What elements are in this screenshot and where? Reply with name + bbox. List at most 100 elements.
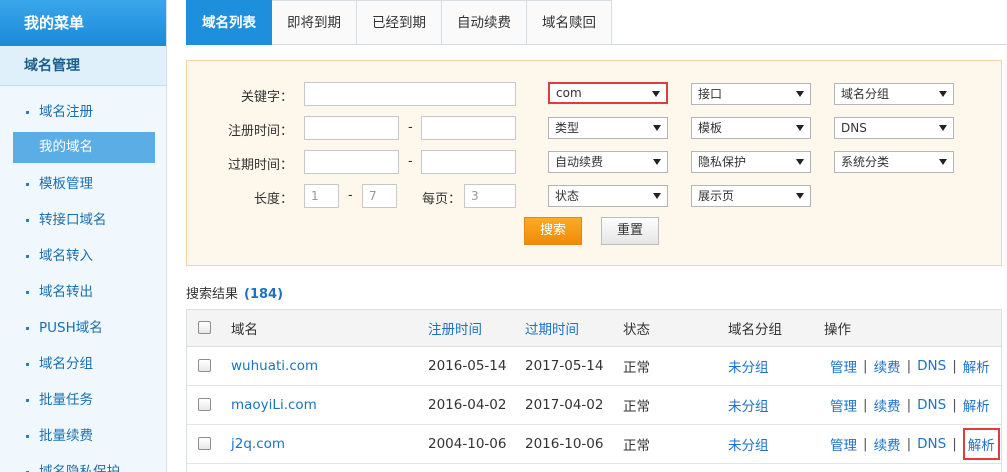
- dns-select-value: DNS: [841, 121, 867, 135]
- reg-date: 2016-05-14: [428, 358, 507, 374]
- sidebar-item-my-domains[interactable]: 我的域名: [13, 132, 155, 163]
- sidebar-item-transfer-out[interactable]: 域名转出: [0, 274, 166, 310]
- renew-link[interactable]: 续费: [874, 395, 901, 415]
- tab-expired[interactable]: 已经到期: [357, 0, 442, 44]
- sidebar-item-batch-renew[interactable]: 批量续费: [0, 418, 166, 454]
- chevron-down-icon: [939, 159, 947, 165]
- select-all-checkbox[interactable]: [198, 321, 211, 334]
- exp-time-start-input[interactable]: [304, 150, 399, 174]
- group-link[interactable]: 未分组: [728, 347, 769, 385]
- keyword-input[interactable]: [304, 82, 516, 106]
- col-group: 域名分组: [728, 322, 782, 338]
- dns-select[interactable]: DNS: [834, 117, 954, 139]
- exp-time-end-input[interactable]: [421, 150, 516, 174]
- sidebar-item-privacy[interactable]: 域名隐私保护: [0, 454, 166, 472]
- chevron-down-icon: [653, 125, 661, 131]
- group-select[interactable]: 域名分组: [834, 83, 954, 105]
- length-min-input[interactable]: 1: [304, 184, 339, 208]
- status-text: 正常: [623, 399, 650, 415]
- bullet-icon: [26, 291, 29, 294]
- row-ops: 管理 | 续费 | DNS | 解析: [829, 425, 1001, 463]
- reg-time-start-input[interactable]: [304, 116, 399, 140]
- chevron-down-icon: [939, 91, 947, 97]
- row-checkbox[interactable]: [198, 437, 211, 450]
- row-checkbox[interactable]: [198, 398, 211, 411]
- chevron-down-icon: [796, 193, 804, 199]
- interface-select-value: 接口: [698, 87, 723, 101]
- sidebar-item-domain-register[interactable]: 域名注册: [0, 94, 166, 130]
- sidebar-header: 我的菜单: [0, 0, 166, 46]
- reset-button[interactable]: 重置: [601, 217, 659, 245]
- interface-select[interactable]: 接口: [691, 83, 811, 105]
- tab-domain-list[interactable]: 域名列表: [186, 0, 272, 45]
- sidebar-item-batch-task[interactable]: 批量任务: [0, 382, 166, 418]
- page-size-input[interactable]: 3: [464, 184, 516, 208]
- sidebar-item-transfer-in[interactable]: 域名转入: [0, 238, 166, 274]
- sidebar-item-label: 转接口域名: [39, 212, 107, 228]
- chevron-down-icon: [653, 159, 661, 165]
- group-link[interactable]: 未分组: [728, 425, 769, 463]
- group-link[interactable]: 未分组: [728, 386, 769, 424]
- table-header: 域名 注册时间 过期时间 状态 域名分组 操作: [187, 310, 1001, 347]
- table-row: wuhuati.com 2016-05-14 2017-05-14 正常 未分组…: [187, 347, 1001, 386]
- col-exp-time[interactable]: 过期时间: [525, 310, 579, 346]
- bullet-icon: [26, 327, 29, 330]
- chevron-down-icon: [653, 193, 661, 199]
- sidebar-item-push-domain[interactable]: PUSH域名: [0, 310, 166, 346]
- ops-separator: |: [863, 436, 868, 452]
- row-checkbox[interactable]: [198, 359, 211, 372]
- domain-link[interactable]: j2q.com: [231, 425, 285, 463]
- resolve-link-highlighted[interactable]: 解析: [962, 428, 1000, 460]
- tab-bar: 域名列表 即将到期 已经到期 自动续费 域名赎回: [186, 0, 1007, 45]
- ops-separator: |: [906, 358, 912, 374]
- manage-link[interactable]: 管理: [830, 395, 857, 415]
- privacy-select[interactable]: 隐私保护: [691, 151, 811, 173]
- col-ops: 操作: [824, 322, 851, 338]
- dns-link[interactable]: DNS: [917, 397, 946, 413]
- range-dash: -: [348, 188, 353, 203]
- auto-renew-select[interactable]: 自动续费: [548, 151, 668, 173]
- tab-expiring-soon[interactable]: 即将到期: [272, 0, 357, 44]
- search-button[interactable]: 搜索: [524, 217, 582, 245]
- suffix-select-value: com: [556, 86, 582, 100]
- bullet-icon: [26, 219, 29, 222]
- status-select-value: 状态: [555, 189, 580, 203]
- dns-link[interactable]: DNS: [917, 358, 946, 374]
- tab-redemption[interactable]: 域名赎回: [527, 0, 612, 44]
- reg-time-label: 注册时间：: [227, 124, 293, 139]
- length-label: 长度：: [253, 192, 293, 207]
- reg-date: 2004-10-06: [428, 436, 507, 452]
- sidebar-item-interface-domain[interactable]: 转接口域名: [0, 202, 166, 238]
- suffix-select[interactable]: com: [548, 82, 668, 104]
- sys-category-select[interactable]: 系统分类: [834, 151, 954, 173]
- search-panel: 关键字： com 接口 域名分组 注册时间： - 类型 模板 DNS 过期时间：…: [186, 60, 1002, 266]
- sidebar-section-domain-management[interactable]: 域名管理: [0, 46, 166, 86]
- renew-link[interactable]: 续费: [874, 434, 901, 454]
- col-status: 状态: [623, 322, 650, 338]
- sidebar-item-domain-group[interactable]: 域名分组: [0, 346, 166, 382]
- col-reg-time[interactable]: 注册时间: [428, 310, 482, 346]
- tab-auto-renew[interactable]: 自动续费: [442, 0, 527, 44]
- bullet-icon: [26, 399, 29, 402]
- row-ops: 管理 | 续费 | DNS | 解析: [829, 386, 991, 424]
- renew-link[interactable]: 续费: [874, 356, 901, 376]
- ops-separator: |: [863, 397, 868, 413]
- status-select[interactable]: 状态: [548, 185, 668, 207]
- domain-link[interactable]: wuhuati.com: [231, 347, 318, 385]
- sidebar-item-template-manage[interactable]: 模板管理: [0, 166, 166, 202]
- domain-link[interactable]: maoyiLi.com: [231, 386, 317, 424]
- template-select[interactable]: 模板: [691, 117, 811, 139]
- resolve-link[interactable]: 解析: [963, 356, 990, 376]
- chevron-down-icon: [796, 91, 804, 97]
- resolve-link[interactable]: 解析: [963, 395, 990, 415]
- ops-separator: |: [952, 397, 957, 413]
- manage-link[interactable]: 管理: [830, 356, 857, 376]
- dns-link[interactable]: DNS: [917, 436, 946, 452]
- reg-time-end-input[interactable]: [421, 116, 516, 140]
- display-page-select[interactable]: 展示页: [691, 185, 811, 207]
- type-select[interactable]: 类型: [548, 117, 668, 139]
- sidebar-item-label: PUSH域名: [39, 320, 103, 336]
- manage-link[interactable]: 管理: [830, 434, 857, 454]
- ops-separator: |: [906, 397, 912, 413]
- results-title-text: 搜索结果: [186, 287, 239, 302]
